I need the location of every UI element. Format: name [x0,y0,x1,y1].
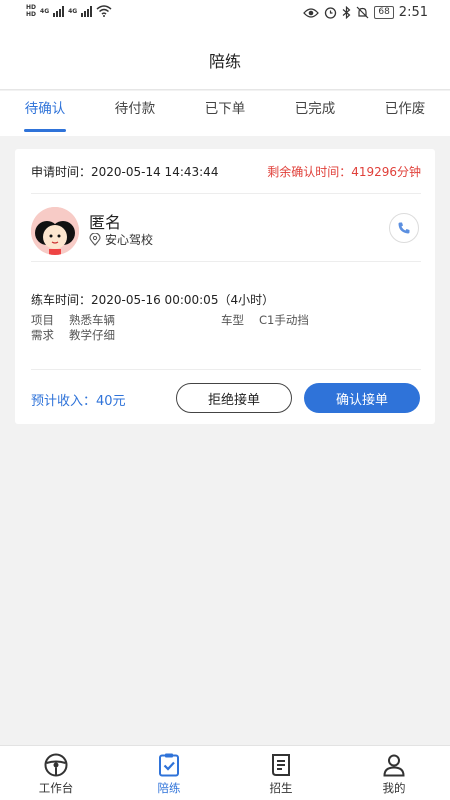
car-type-row: 车型 C1手动挡 [221,312,309,328]
remaining-confirm-time: 剩余确认时间：419296分钟 [267,165,421,179]
status-bar: HD HD 4G 4G 68 2:51 [0,0,450,26]
reject-order-button[interactable]: 拒绝接单 [176,383,292,413]
order-status-tabs: 待确认 待付款 已下单 已完成 已作废 [0,91,450,136]
confirm-order-button[interactable]: 确认接单 [304,383,420,413]
location-pin-icon [89,233,101,246]
nav-mine-label: 我的 [382,781,406,795]
project-value: 熟悉车辆 [69,313,115,327]
user-icon [383,754,405,777]
navbar: 陪练 [0,26,450,90]
active-tab-indicator [24,129,66,132]
apply-time: 申请时间：2020-05-14 14:43:44 [31,165,219,179]
tab-voided[interactable]: 已作废 [360,97,450,127]
status-time: 2:51 [398,5,428,20]
student-name: 匿名 [89,213,122,232]
document-list-icon [272,754,290,776]
bottom-navigation: 工作台 陪练 招生 我的 [0,745,450,800]
alarm-icon [325,7,337,19]
project-row: 项目 熟悉车辆 [31,312,115,328]
status-right-indicators: 68 2:51 [303,5,428,20]
mute-bell-icon [356,6,369,19]
tab-pending-confirm[interactable]: 待确认 [0,97,90,127]
need-row: 需求 教学仔细 [31,327,115,343]
nav-enrollment-label: 招生 [269,781,293,795]
clipboard-check-icon [159,753,179,777]
apply-time-row: 申请时间：2020-05-14 14:43:44 剩余确认时间：419296分钟 [31,163,421,181]
tab-completed[interactable]: 已完成 [270,97,360,127]
need-label: 需求 [31,328,54,342]
nav-practice[interactable]: 陪练 [139,752,199,796]
signal-icon-2 [81,5,93,17]
avatar [31,207,79,255]
tab-ordered[interactable]: 已下单 [180,97,270,127]
network-label-1: 4G [40,7,50,15]
divider [31,369,421,370]
school-row: 安心驾校 [89,231,153,248]
steering-wheel-icon [44,753,68,777]
status-left-indicators: HD HD 4G 4G [26,4,112,18]
need-value: 教学仔细 [69,328,115,342]
hd-badges: HD HD [26,4,36,18]
divider [31,193,421,194]
signal-icon [53,5,65,17]
battery-icon: 68 [374,6,394,19]
nav-mine[interactable]: 我的 [364,752,424,796]
order-card[interactable]: 申请时间：2020-05-14 14:43:44 剩余确认时间：419296分钟… [15,149,435,424]
phone-icon [398,222,410,234]
car-type-label: 车型 [221,313,244,327]
expected-income: 预计收入：40元 [31,394,126,409]
training-time: 练车时间：2020-05-16 00:00:05（4小时） [31,293,275,307]
nav-workbench[interactable]: 工作台 [26,752,86,796]
nav-workbench-label: 工作台 [38,781,74,795]
call-button[interactable] [389,213,419,243]
nav-practice-label: 陪练 [157,781,181,795]
project-label: 项目 [31,313,54,327]
cartoon-avatar-icon [31,207,79,255]
hd-label-2: HD [26,11,37,18]
tab-pending-payment[interactable]: 待付款 [90,97,180,127]
wifi-icon [96,5,112,17]
divider [31,261,421,262]
nav-enrollment[interactable]: 招生 [251,752,311,796]
school-name: 安心驾校 [105,233,154,247]
eye-icon [303,7,320,18]
bluetooth-icon [342,6,351,19]
car-type-value: C1手动挡 [259,313,309,327]
network-label-2: 4G [68,7,78,15]
page-title: 陪练 [208,52,241,71]
hd-label-1: HD [26,4,37,11]
